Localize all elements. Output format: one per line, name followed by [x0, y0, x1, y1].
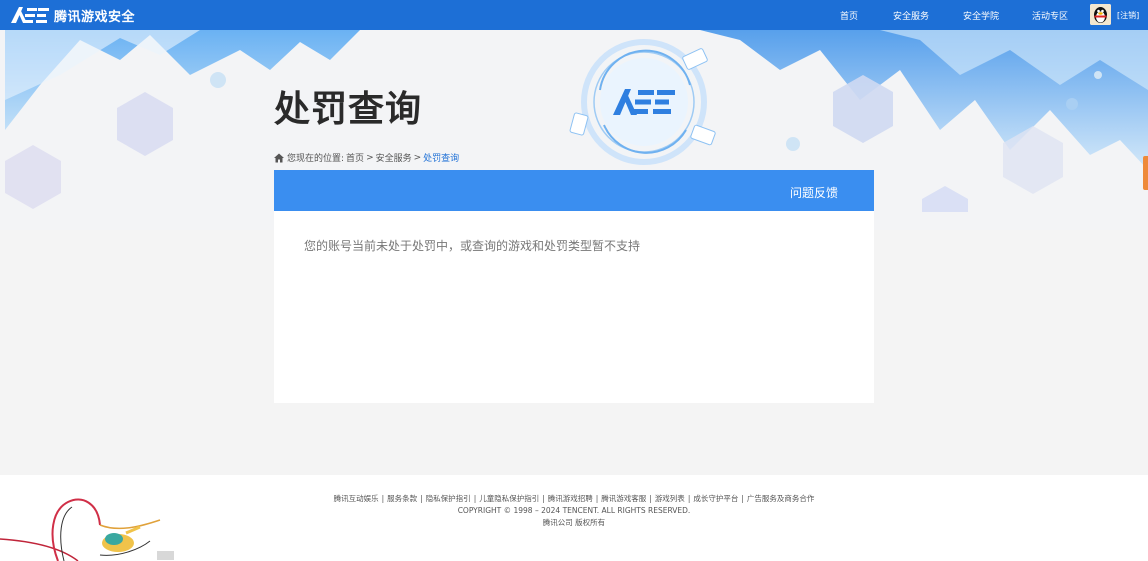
breadcrumb-separator: > — [366, 152, 374, 163]
result-message: 您的账号当前未处于处罚中，或查询的游戏和处罚类型暂不支持 — [304, 239, 641, 253]
footer-link-child-privacy[interactable]: 儿童隐私保护指引 — [479, 494, 539, 503]
home-icon — [274, 153, 284, 162]
ace-emblem-icon — [613, 89, 675, 115]
page-title: 处罚查询 — [274, 89, 423, 130]
qq-penguin-icon — [1090, 4, 1111, 25]
breadcrumb-item-security-service[interactable]: 安全服务 — [376, 151, 412, 164]
copyright-text: COPYRIGHT © 1998 – 2024 TENCENT. ALL RIG… — [457, 506, 691, 515]
feedback-link[interactable]: 问题反馈 — [790, 184, 838, 201]
footer-link-recruitment[interactable]: 腾讯游戏招聘 — [548, 494, 593, 503]
breadcrumb-item-current: 处罚查询 — [423, 154, 460, 164]
footer: 腾讯互动娱乐 | 服务条款 | 隐私保护指引 | 儿童隐私保护指引 | 腾讯游戏招聘 | 腾讯游戏客… — [0, 475, 1148, 561]
panel-header: 问题反馈 — [274, 170, 874, 211]
footer-link-privacy[interactable]: 隐私保护指引 — [426, 494, 471, 503]
breadcrumb-item-home[interactable]: 首页 — [346, 151, 364, 164]
nav-item-events[interactable]: 活动专区 — [1032, 9, 1068, 22]
top-bar: 腾讯游戏安全 首页 安全服务 安全学院 活动专区 [注销] — [0, 0, 1148, 30]
company-text: 腾讯公司 版权所有 — [542, 518, 606, 527]
result-panel: 您的账号当前未处于处罚中，或查询的游戏和处罚类型暂不支持 — [274, 211, 874, 403]
nav-item-home[interactable]: 首页 — [840, 9, 858, 22]
logo[interactable]: 腾讯游戏安全 — [10, 5, 135, 25]
breadcrumb-prefix: 您现在的位置: — [287, 154, 345, 164]
side-float-tab[interactable] — [1143, 156, 1148, 190]
logout-link[interactable]: [注销] — [1117, 10, 1139, 21]
footer-separator: | — [649, 494, 652, 503]
footer-separator: | — [420, 494, 423, 503]
footer-link-tencent-entertainment[interactable]: 腾讯互动娱乐 — [334, 494, 379, 503]
footer-separator: | — [542, 494, 545, 503]
footer-links: 腾讯互动娱乐 | 服务条款 | 隐私保护指引 | 儿童隐私保护指引 | 腾讯游戏招聘 | 腾讯游戏客… — [0, 493, 1148, 504]
avatar[interactable] — [1090, 4, 1111, 25]
nav-item-security-service[interactable]: 安全服务 — [893, 9, 929, 22]
footer-separator: | — [595, 494, 599, 503]
footer-separator: | — [687, 494, 691, 503]
breadcrumb: 您现在的位置: 首页 > 安全服务 > 处罚查询 — [274, 151, 461, 164]
ace-logo-icon — [11, 7, 49, 23]
back-to-top-button[interactable] — [157, 551, 174, 560]
footer-link-terms[interactable]: 服务条款 — [387, 494, 417, 503]
footer-link-growth-guardian[interactable]: 成长守护平台 — [693, 494, 738, 503]
breadcrumb-separator: > — [413, 152, 422, 163]
nav-item-security-academy[interactable]: 安全学院 — [963, 9, 999, 22]
footer-link-ads-business[interactable]: 广告服务及商务合作 — [747, 494, 815, 503]
footer-link-game-list[interactable]: 游戏列表 — [655, 494, 685, 503]
footer-separator: | — [473, 494, 477, 503]
logo-text: 腾讯游戏安全 — [54, 9, 136, 25]
footer-separator: | — [741, 494, 744, 503]
footer-separator: | — [381, 494, 385, 503]
footer-link-customer-service[interactable]: 腾讯游戏客服 — [601, 494, 646, 503]
